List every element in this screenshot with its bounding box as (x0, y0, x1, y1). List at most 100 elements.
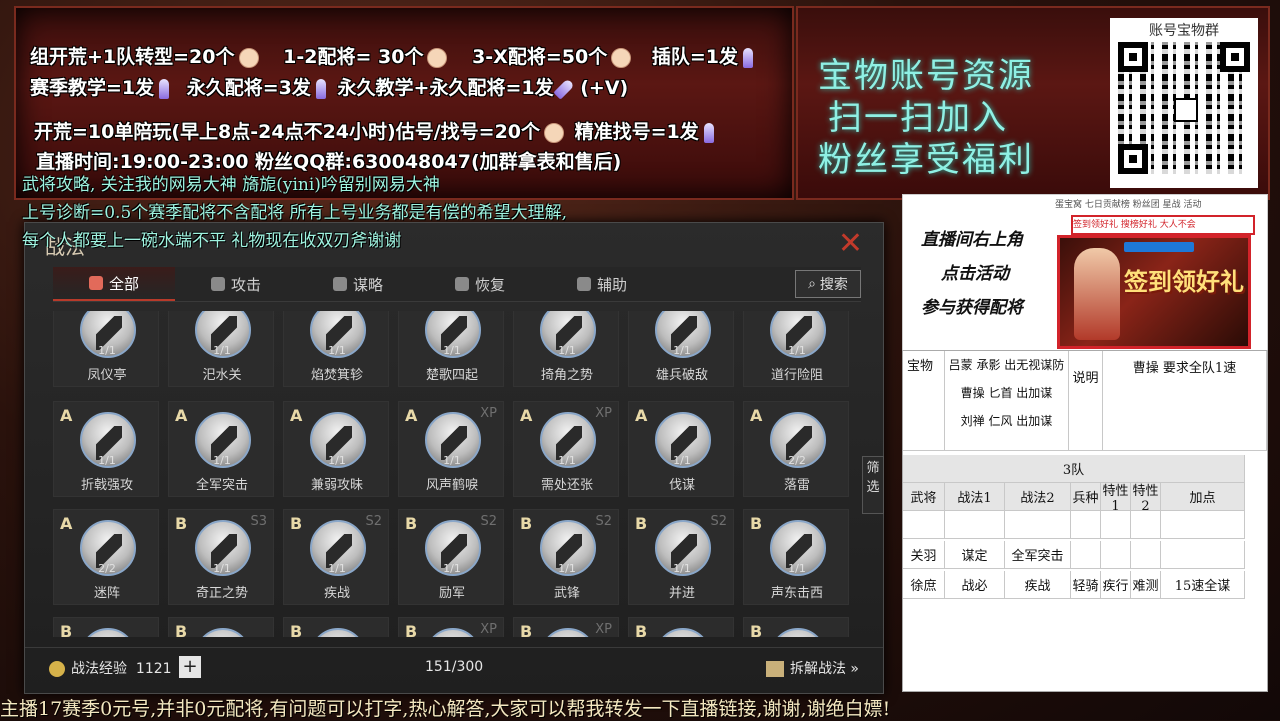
tactic-name: 风声鹤唳 (425, 478, 478, 493)
activity-ad: 直播间右上角 点击活动 参与获得配将 蛋宝窝 七日贡献榜 粉丝团 星战 活动 签… (902, 194, 1268, 352)
tactic-card[interactable]: B (53, 617, 159, 637)
tactic-card[interactable]: B S2 1/1 并进 (628, 509, 734, 605)
tactic-name: 汜水关 (202, 368, 242, 383)
smiley-icon (238, 47, 259, 68)
tactic-card[interactable]: A 1/1 全军突击 (168, 401, 274, 497)
tactic-card[interactable]: A 2/2 落雷 (743, 401, 849, 497)
sheet-header-cell: 特性2 (1131, 483, 1161, 514)
ad-image[interactable]: 签到领好礼 (1057, 235, 1251, 349)
tactic-name: 武锋 (553, 586, 580, 601)
tactic-card[interactable]: B XP (398, 617, 504, 637)
tactic-card[interactable]: B 1/1 声东击西 (743, 509, 849, 605)
overlay-line-2: 上号诊断=0.5个赛季配将不含配将 所有上号业务都是有偿的希望大理解, (22, 203, 568, 223)
tactic-grade: A (60, 514, 73, 533)
all-icon (88, 276, 103, 290)
sword-icon (210, 277, 225, 291)
sheet-cell (1005, 511, 1071, 539)
tab-heal[interactable]: 恢复 (419, 267, 541, 301)
smiley-icon (611, 47, 632, 68)
sheet-cell: 轻骑 (1071, 571, 1101, 599)
tactic-name: 落雷 (783, 478, 810, 493)
sheet-cell: 疾行 (1101, 571, 1131, 599)
tactic-name: 声东击西 (770, 586, 823, 601)
tactic-portrait-icon (540, 628, 596, 637)
tactic-card[interactable]: 1/1 掎角之势 (513, 311, 619, 387)
tactic-card[interactable]: 1/1 楚歌四起 (398, 311, 504, 387)
tactic-count: 1/1 (558, 562, 576, 575)
promo-line-1: 组开荒+1队转型=20个 1-2配将= 30个 3-X配将=50个 插队=1发 (30, 42, 758, 69)
ad-tabs[interactable]: 签到领好礼 搜榜好礼 大人不会 (1071, 215, 1255, 235)
tactic-card[interactable]: B (168, 617, 274, 637)
tactic-count: 151/300 (425, 659, 484, 675)
sheet-header-cell: 加点 (1161, 483, 1245, 511)
sheet-cell: 吕蒙 承影 出无视谋防 曹操 匕首 出加谋 刘禅 仁风 出加谋 (945, 351, 1069, 451)
search-button[interactable]: ⌕ 搜索 (795, 270, 861, 298)
tactic-count: 1/1 (788, 562, 806, 575)
decompose-button[interactable]: 拆解战法 » (765, 658, 859, 678)
tactic-grade: B (750, 514, 763, 533)
promo-line-2: 赛季教学=1发 永久配将=3发 永久教学+永久配将=1发 (+V) (30, 77, 629, 100)
character-figure (1074, 248, 1120, 340)
tactic-card[interactable]: A 2/2 迷阵 (53, 509, 159, 605)
tactic-portrait-icon (310, 628, 366, 637)
tactic-count: 1/1 (328, 344, 346, 357)
tactic-card[interactable]: B (743, 617, 849, 637)
sheet-cell: 全军突击 (1005, 541, 1071, 569)
tab-scheme[interactable]: 谋略 (297, 267, 419, 301)
tactic-grade: A (60, 406, 73, 425)
tactic-grade: A (635, 406, 648, 425)
sheet-cell (1131, 511, 1161, 539)
sheet-cell: 难测 (1131, 571, 1161, 599)
tactic-card[interactable]: B S2 1/1 疾战 (283, 509, 389, 605)
sheet-cell: 曹操 要求全队1速 (1103, 351, 1267, 451)
panel-footer: 战法经验 1121 + 151/300 拆解战法 » (25, 647, 883, 692)
tactic-card[interactable]: 1/1 焰焚箕轸 (283, 311, 389, 387)
tactic-grade: B (175, 514, 188, 533)
rocket-icon (315, 78, 326, 99)
tactic-card[interactable]: B (628, 617, 734, 637)
tactic-season-tag: S2 (365, 514, 382, 529)
sheet-cell (1101, 541, 1131, 569)
tactic-card[interactable]: B S3 1/1 奇正之势 (168, 509, 274, 605)
tactic-card[interactable]: 1/1 凤仪亭 (53, 311, 159, 387)
tactic-grade: A (405, 406, 418, 425)
tactic-count: 1/1 (98, 344, 116, 357)
tactic-card[interactable]: A 1/1 伐谋 (628, 401, 734, 497)
tab-attack[interactable]: 攻击 (175, 267, 297, 301)
overlay-line-1: 武将攻略, 关注我的网易大神 旖旎(yini)吟留别网易大神 (22, 175, 440, 195)
tactic-count: 1/1 (328, 454, 346, 467)
filter-button[interactable]: 筛选 (862, 456, 884, 514)
tactic-card[interactable]: A 1/1 兼弱攻昧 (283, 401, 389, 497)
sheet-cell (945, 511, 1005, 539)
tactic-card[interactable]: B XP (513, 617, 619, 637)
tactic-grade: B (635, 514, 648, 533)
tactic-count: 1/1 (558, 344, 576, 357)
tactic-card[interactable]: 1/1 道行险阻 (743, 311, 849, 387)
tactic-grade: B (175, 622, 188, 637)
add-exp-button[interactable]: + (179, 656, 201, 678)
ad-text-1: 直播间右上角 (921, 230, 1023, 250)
tab-support[interactable]: 辅助 (541, 267, 663, 301)
tactic-card[interactable]: A 1/1 折戟强攻 (53, 401, 159, 497)
tactic-name: 疾战 (323, 586, 350, 601)
tactic-grade: A (750, 406, 763, 425)
tactic-card[interactable]: B S2 1/1 武锋 (513, 509, 619, 605)
close-icon[interactable]: ✕ (838, 229, 863, 259)
tactic-count: 1/1 (213, 344, 231, 357)
overlay-line-3: 每个人都要上一碗水端不平 礼物现在收双刃斧谢谢 (22, 231, 402, 251)
tactic-card[interactable]: A XP 1/1 需处还张 (513, 401, 619, 497)
tactic-season-tag: XP (480, 406, 497, 421)
tab-all[interactable]: 全部 (53, 267, 175, 301)
tactic-card[interactable]: B S2 1/1 励军 (398, 509, 504, 605)
qr-card: 账号宝物群 (1110, 18, 1258, 188)
tactic-portrait-icon (195, 628, 251, 637)
search-icon: ⌕ (808, 276, 816, 292)
tactic-card[interactable]: 1/1 雄兵破敌 (628, 311, 734, 387)
tactics-grid: 1/1 凤仪亭 1/1 汜水关 1/1 焰焚箕轸 1/1 楚歌四起 1/1 掎角之势 1/1 雄兵破敌… (53, 311, 861, 637)
tactic-card[interactable]: 1/1 汜水关 (168, 311, 274, 387)
tactic-card[interactable]: A XP 1/1 风声鹤唳 (398, 401, 504, 497)
tactic-card[interactable]: B (283, 617, 389, 637)
rocket-icon (742, 47, 753, 68)
tactic-name: 励军 (438, 586, 465, 601)
sheet-cell: 说明 (1069, 351, 1103, 451)
